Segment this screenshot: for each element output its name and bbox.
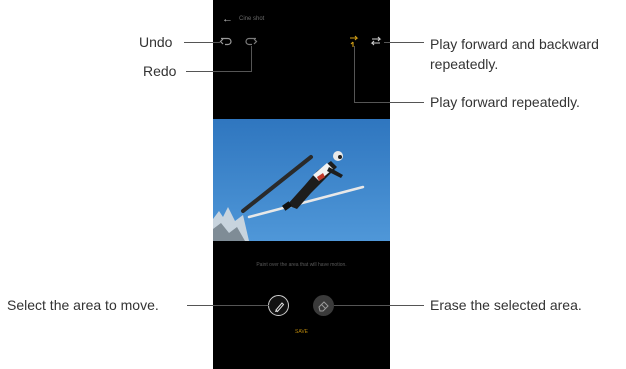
- select-area-button[interactable]: [268, 295, 289, 316]
- leader-line-redo-vertical: [251, 46, 252, 72]
- callout-redo: Redo: [143, 63, 177, 79]
- leader-line-bounce: [384, 42, 424, 43]
- callout-play-forward-backward: Play forward and backward repeatedly.: [430, 36, 599, 72]
- leader-line-select: [187, 305, 269, 306]
- save-button[interactable]: SAVE: [213, 329, 390, 335]
- play-forward-backward-icon[interactable]: [369, 34, 383, 48]
- screen-title: Cine shot: [239, 16, 265, 22]
- callout-select-area: Select the area to move.: [7, 297, 159, 313]
- undo-icon[interactable]: [219, 34, 233, 48]
- brush-icon: [275, 302, 285, 313]
- leader-line-undo: [184, 42, 220, 43]
- instruction-text: Paint over the area that will have motio…: [256, 262, 347, 268]
- leader-line-forward-vertical: [354, 46, 355, 103]
- phone-screen: ← Cine shot Paint over the area that wil…: [213, 0, 390, 369]
- app-bar: ← Cine shot: [213, 10, 390, 28]
- eraser-icon: [318, 301, 329, 312]
- back-arrow-icon[interactable]: ←: [222, 10, 234, 28]
- photo-preview[interactable]: [213, 119, 390, 241]
- leader-line-erase: [334, 305, 424, 306]
- leader-line-forward: [354, 102, 424, 103]
- leader-line-redo: [186, 71, 252, 72]
- erase-area-button[interactable]: [313, 295, 334, 316]
- callout-erase-area: Erase the selected area.: [430, 297, 582, 313]
- ski-jumper-photo: [213, 119, 390, 241]
- callout-play-forward: Play forward repeatedly.: [430, 94, 580, 110]
- callout-undo: Undo: [139, 34, 173, 50]
